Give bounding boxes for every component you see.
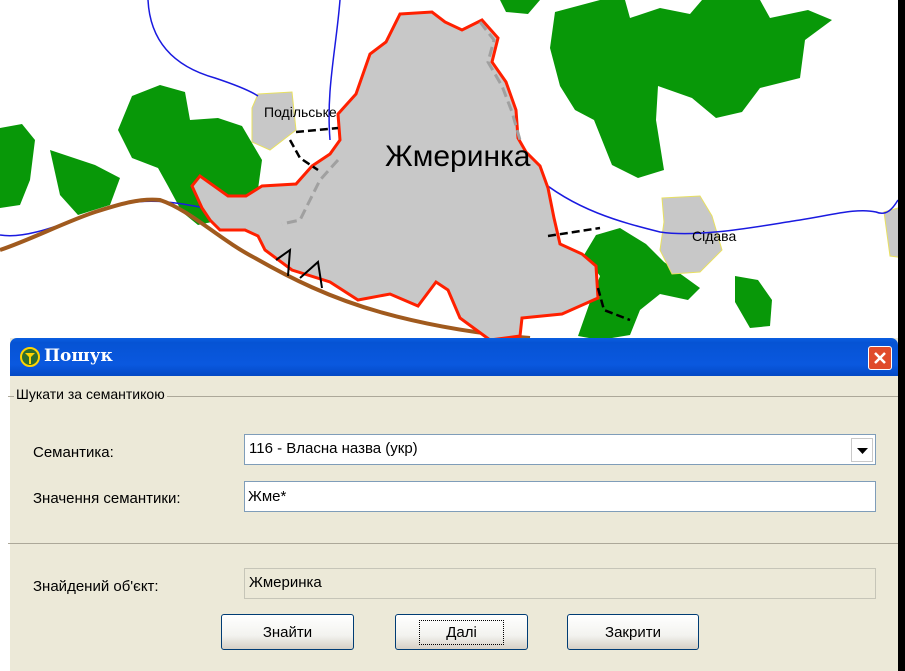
group-title: Шукати за семантикою xyxy=(14,386,167,402)
semantics-select[interactable]: 116 - Власна назва (укр) xyxy=(244,434,876,465)
dialog-title: Пошук xyxy=(44,346,113,366)
river xyxy=(147,0,259,97)
found-object-label: Знайдений об'єкт: xyxy=(33,578,159,595)
forest-area xyxy=(0,124,35,208)
forest-area xyxy=(50,150,120,215)
next-button-label: Далі xyxy=(419,619,504,645)
chevron-down-icon xyxy=(857,448,868,454)
forest-area xyxy=(550,0,832,178)
map-label-village: Подільське xyxy=(264,104,337,120)
semantic-value-input[interactable] xyxy=(244,481,876,512)
map-label-city: Жмеринка xyxy=(385,140,531,173)
semantics-label: Семантика: xyxy=(33,444,114,461)
app-icon xyxy=(20,347,40,367)
forest-area xyxy=(500,0,540,14)
river xyxy=(534,175,899,235)
map-label-village: Сідава xyxy=(692,228,737,244)
close-button[interactable]: Закрити xyxy=(567,614,699,650)
close-icon xyxy=(874,352,886,364)
close-window-button[interactable] xyxy=(868,346,892,370)
found-object-field: Жмеринка xyxy=(244,568,876,599)
next-button[interactable]: Далі xyxy=(395,614,528,650)
find-button[interactable]: Знайти xyxy=(221,614,354,650)
semantic-search-group: Шукати за семантикою xyxy=(8,386,898,544)
semantics-selected-value: 116 - Власна назва (укр) xyxy=(249,440,418,457)
semantic-value-label: Значення семантики: xyxy=(33,490,181,507)
dropdown-button[interactable] xyxy=(851,438,873,462)
found-object-value: Жмеринка xyxy=(249,574,322,591)
forest-area xyxy=(735,276,772,328)
map-frame-border xyxy=(898,0,905,671)
dirt-road xyxy=(295,126,339,134)
search-dialog: Пошук Шукати за семантикою Семантика: 11… xyxy=(8,338,898,671)
dialog-titlebar[interactable]: Пошук xyxy=(10,338,898,376)
